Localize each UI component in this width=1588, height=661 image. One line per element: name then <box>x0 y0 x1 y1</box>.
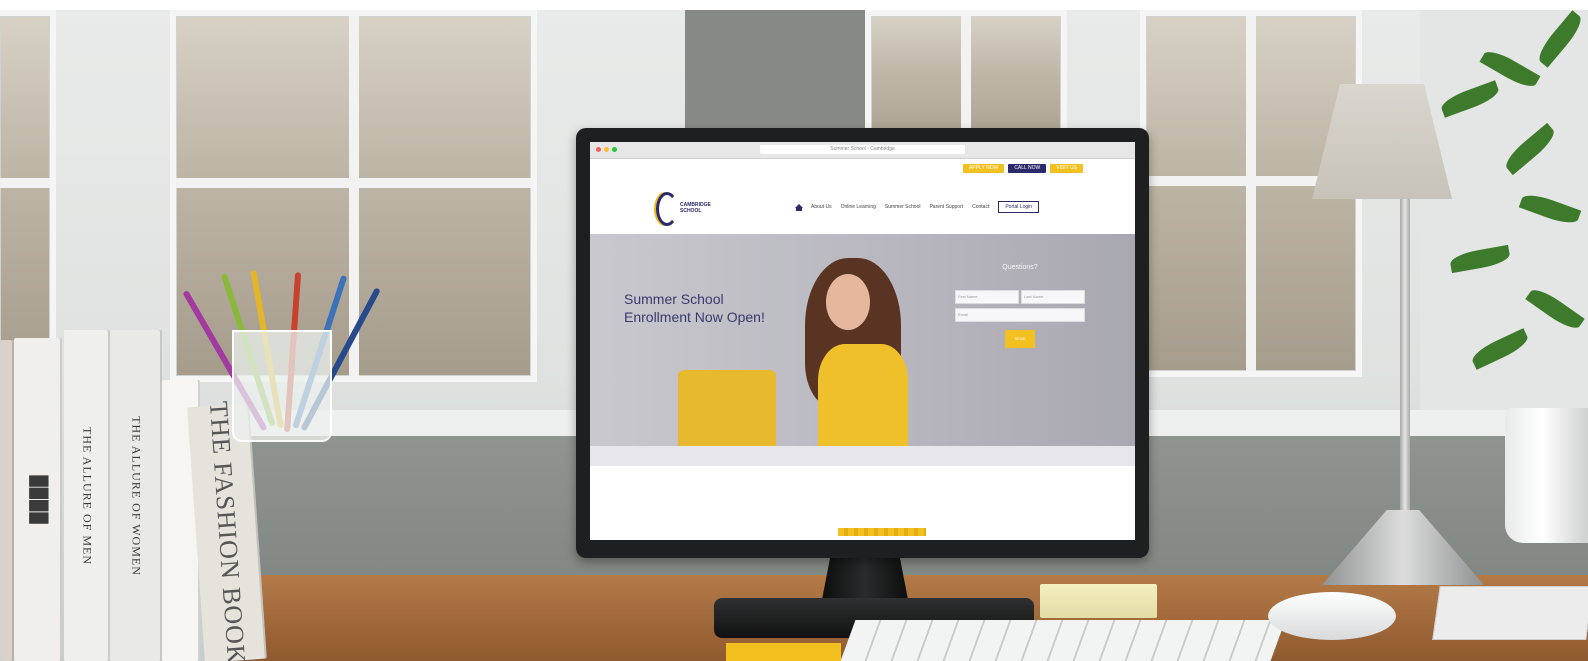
form-submit-button[interactable]: SEND <box>1005 330 1035 348</box>
nav-summer-school[interactable]: Summer School <box>885 204 921 210</box>
yellow-strip <box>838 528 926 536</box>
book-title-allure-women: THE ALLURE OF WOMEN <box>129 415 144 576</box>
visit-us-button[interactable]: VISIT US <box>1050 164 1083 173</box>
hero-desk <box>590 446 1135 466</box>
home-icon[interactable] <box>795 203 803 211</box>
book-2: ████ <box>14 338 62 661</box>
maximize-dot-icon[interactable] <box>612 147 617 152</box>
header-action-buttons: APPLY NOW CALL NOW VISIT US <box>963 164 1083 173</box>
last-name-input[interactable]: Last Name <box>1021 290 1085 304</box>
school-logo-text[interactable]: CAMBRIDGE SCHOOL <box>680 202 711 214</box>
site-header: CAMBRIDGE SCHOOL About Us Online Learnin… <box>590 178 1135 228</box>
keyboard <box>840 620 1286 661</box>
page-bottom-section <box>590 466 1135 540</box>
form-title: Questions? <box>1002 264 1038 271</box>
top-strip <box>0 0 1588 10</box>
plant-pot <box>1505 408 1588 543</box>
hero-title: Summer School Enrollment Now Open! <box>624 291 765 325</box>
email-input[interactable]: Email <box>955 308 1085 322</box>
call-now-button[interactable]: CALL NOW <box>1008 164 1047 173</box>
lamp-pole <box>1400 199 1410 529</box>
book-1 <box>0 340 14 661</box>
form-email-row: Email <box>955 308 1085 322</box>
nav-parent-support[interactable]: Parent Support <box>929 204 963 210</box>
nav-contact[interactable]: Contact <box>972 204 989 210</box>
magazine <box>1432 586 1588 640</box>
minimize-dot-icon[interactable] <box>604 147 609 152</box>
accent-tab <box>726 643 841 661</box>
browser-toolbar: Summer School - Cambridge <box>590 142 1135 159</box>
book-allure-men: THE ALLURE OF MEN <box>64 330 110 661</box>
hero-person-face <box>826 274 870 330</box>
monitor-screen: Summer School - Cambridge APPLY NOW CALL… <box>590 142 1135 540</box>
apply-now-button[interactable]: APPLY NOW <box>963 164 1005 173</box>
portal-login-button[interactable]: Portal Login <box>998 201 1040 213</box>
main-nav: About Us Online Learning Summer School P… <box>795 201 1040 213</box>
inquiry-form: Questions? First Name Last Name Email SE… <box>955 264 1085 394</box>
address-bar[interactable]: Summer School - Cambridge <box>760 145 965 154</box>
desk-scene: ████ THE ALLURE OF MEN THE ALLURE OF WOM… <box>0 0 1588 661</box>
nav-about-us[interactable]: About Us <box>811 204 832 210</box>
mouse <box>1268 592 1396 640</box>
school-logo-icon[interactable] <box>656 192 678 226</box>
window-pane-left-edge <box>0 10 56 382</box>
book-title-allure-men: THE ALLURE OF MEN <box>80 426 95 565</box>
book-allure-women: THE ALLURE OF WOMEN <box>110 330 162 661</box>
close-dot-icon[interactable] <box>596 147 601 152</box>
form-name-row: First Name Last Name <box>955 290 1085 304</box>
pencil-cup <box>232 330 332 442</box>
first-name-input[interactable]: First Name <box>955 290 1019 304</box>
monitor: Summer School - Cambridge APPLY NOW CALL… <box>576 128 1149 558</box>
sticky-note-pad <box>1040 584 1157 618</box>
form-description <box>955 275 1085 280</box>
hero-banner: Summer School Enrollment Now Open! Quest… <box>590 234 1135 466</box>
nav-online-learning[interactable]: Online Learning <box>841 204 876 210</box>
